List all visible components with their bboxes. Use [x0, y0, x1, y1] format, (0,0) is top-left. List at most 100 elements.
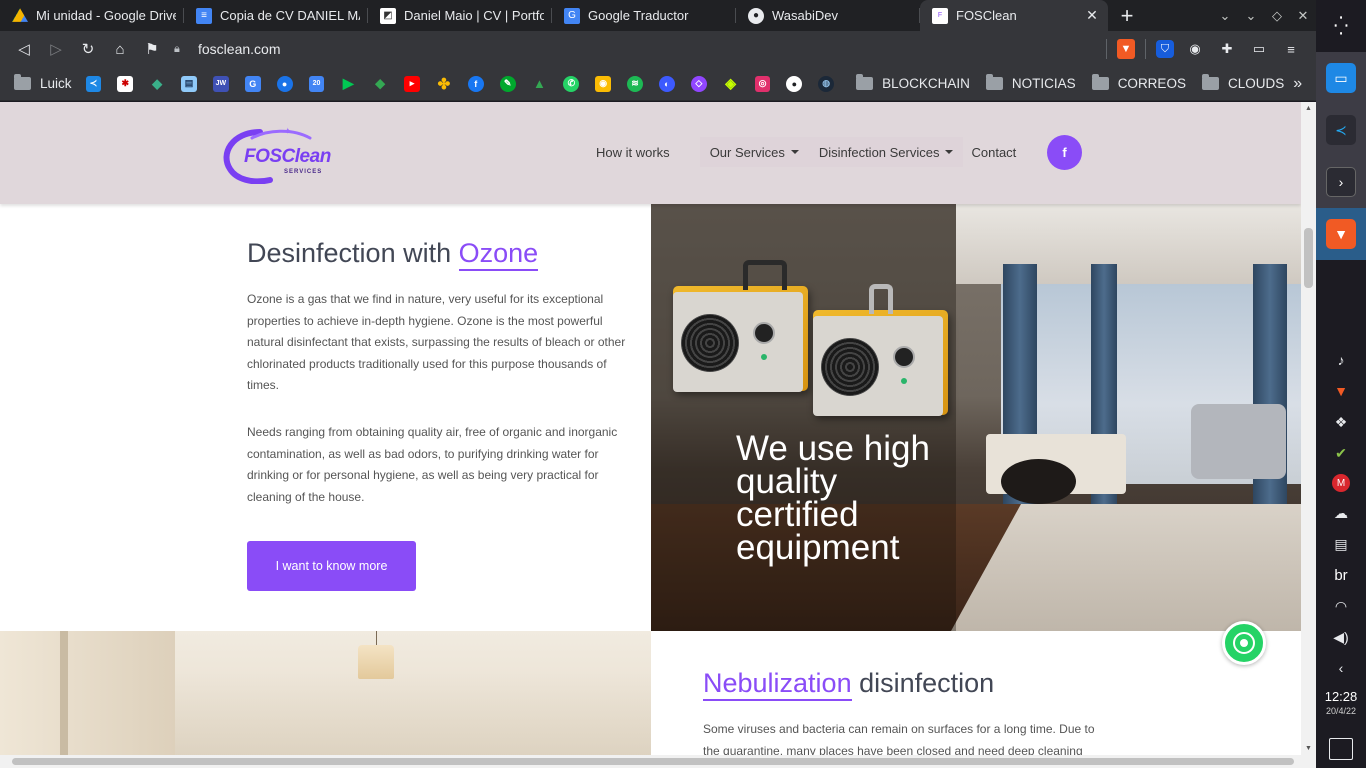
toolbar-divider — [1145, 39, 1146, 59]
drive-bookmark-icon[interactable]: ▲ — [532, 76, 548, 92]
wifi-icon[interactable]: ◠ — [1330, 596, 1352, 616]
github-bookmark-icon[interactable]: ● — [786, 75, 803, 92]
reload-icon[interactable]: ↻ — [72, 35, 104, 63]
maps-icon[interactable]: ⬥ — [372, 75, 388, 92]
keep-icon[interactable]: ◉ — [595, 75, 612, 92]
taskbar-terminal[interactable]: › — [1316, 156, 1366, 208]
scroll-up-icon[interactable]: ▲ — [1305, 105, 1312, 112]
svg-text:✦: ✦ — [284, 127, 292, 137]
tab-portfolio[interactable]: ◩ Daniel Maio | CV | Portfolio — [368, 0, 552, 31]
spotify-icon[interactable]: ≋ — [627, 75, 643, 92]
scrollbar-thumb[interactable] — [1304, 228, 1313, 288]
tab-fosclean[interactable]: F FOSClean ✕ — [920, 0, 1108, 31]
folder-icon — [14, 74, 31, 90]
evernote-icon[interactable]: ✎ — [499, 75, 516, 92]
new-tab-button[interactable]: + — [1108, 3, 1146, 29]
folder-icon — [856, 74, 874, 90]
file-manager-icon: ▭ — [1326, 63, 1356, 93]
minimize-icon[interactable]: ⌄ — [1238, 8, 1264, 24]
tab-cv-doc[interactable]: ≡ Copia de CV DANIEL MAIO — [184, 0, 368, 31]
expand-tray-icon[interactable]: ‹ — [1330, 658, 1352, 678]
app-launcher-icon[interactable]: ⁛ — [1316, 0, 1366, 52]
facebook-button[interactable]: f — [1047, 135, 1082, 170]
tab-google-drive[interactable]: Mi unidad - Google Drive — [0, 0, 184, 31]
taskbar-brave[interactable]: ▼ — [1316, 208, 1366, 260]
bookmark-icon[interactable]: ⚑ — [136, 35, 168, 63]
close-window-icon[interactable]: ✕ — [1290, 8, 1316, 24]
instagram-icon[interactable]: ◎ — [754, 75, 771, 92]
bookmark-folder-luick[interactable]: Luick — [14, 74, 72, 91]
twitch-icon[interactable]: ◇ — [690, 75, 707, 92]
brave-tray-icon[interactable]: ▼ — [1330, 381, 1352, 401]
back-icon[interactable]: ◁ — [8, 35, 40, 63]
scroll-down-icon[interactable]: ▼ — [1305, 745, 1312, 752]
mega-icon[interactable]: M — [1332, 474, 1350, 492]
youtube-icon[interactable]: ▸ — [404, 75, 420, 92]
fosclean-logo[interactable]: ✦ FOSClean SERVICES — [222, 124, 342, 185]
clock[interactable]: 12:28 20/4/22 — [1325, 689, 1358, 719]
notes-icon[interactable]: ▤ — [181, 75, 197, 92]
terminal-icon: › — [1326, 167, 1356, 197]
calendar-icon[interactable]: 20 — [308, 75, 325, 92]
taskbar-file-manager[interactable]: ▭ — [1316, 52, 1366, 104]
update-icon[interactable]: ✔ — [1330, 443, 1352, 463]
brave-shields-icon[interactable]: ▼ — [1117, 39, 1135, 59]
whatsapp-bookmark-icon[interactable]: ✆ — [563, 75, 580, 92]
bitwarden-icon[interactable]: ⛉ — [1156, 40, 1174, 58]
ozone-generator-2 — [813, 284, 948, 416]
tab-wasabidev[interactable]: ● WasabiDev — [736, 0, 920, 31]
horizontal-scrollbar[interactable] — [0, 755, 1316, 768]
photos-icon[interactable]: ✤ — [436, 76, 452, 93]
vertical-scrollbar[interactable]: ▲ ▼ — [1301, 102, 1316, 755]
forward-icon[interactable]: ▷ — [40, 35, 72, 63]
know-more-button[interactable]: I want to know more — [247, 541, 416, 591]
nav-how-it-works[interactable]: How it works — [596, 145, 670, 160]
bookmark-folder-blockchain[interactable]: BLOCKCHAIN — [856, 74, 970, 91]
tool-icon[interactable]: ◐ — [658, 75, 675, 92]
translate-icon[interactable]: G — [244, 75, 261, 92]
clock-time: 12:28 — [1324, 689, 1358, 704]
nav-disinfection-services-dropdown[interactable]: Disinfection Services — [809, 145, 964, 160]
menu-icon[interactable]: ≡ — [1280, 38, 1302, 60]
maximize-icon[interactable]: ◇ — [1264, 8, 1290, 24]
home-icon[interactable]: ⌂ — [104, 35, 136, 63]
address-bar[interactable]: 🔒︎ fosclean.com — [174, 35, 1106, 63]
more-bookmarks-icon[interactable]: » — [1293, 75, 1316, 93]
show-desktop-icon[interactable] — [1329, 738, 1353, 760]
bookmark-folder-clouds[interactable]: CLOUDS — [1201, 74, 1284, 91]
close-tab-icon[interactable]: ✕ — [1084, 7, 1100, 24]
ethereum-icon[interactable]: ◆ — [149, 76, 165, 92]
linux-icon[interactable]: ✱ — [117, 75, 134, 92]
fosclean-icon: F — [932, 7, 948, 24]
scrollbar-thumb[interactable] — [12, 758, 1294, 765]
notifications-icon[interactable]: ♪ — [1330, 350, 1352, 370]
wallet-icon[interactable]: ▭ — [1248, 38, 1270, 60]
taskbar-vscode[interactable]: ≺ — [1316, 104, 1366, 156]
tab-google-translate[interactable]: G Google Traductor — [552, 0, 736, 31]
nav-our-services-dropdown[interactable]: Our Services — [700, 145, 809, 160]
extensions-puzzle-icon[interactable]: ✚ — [1216, 38, 1238, 60]
whatsapp-chat-button[interactable] — [1222, 621, 1266, 665]
bookmark-folder-noticias[interactable]: NOTICIAS — [985, 74, 1076, 91]
nav-contact[interactable]: Contact — [971, 145, 1016, 160]
facebook-bookmark-icon[interactable]: f — [467, 75, 484, 92]
steam-icon[interactable]: ◍ — [818, 75, 835, 92]
bookmark-folder-correos[interactable]: CORREOS — [1091, 74, 1186, 91]
tag-icon[interactable]: ◈ — [723, 75, 739, 92]
vscode-icon[interactable]: ≺ — [85, 75, 102, 92]
clipboard-icon[interactable]: ▤ — [1330, 534, 1352, 554]
keyboard-layout[interactable]: br — [1330, 565, 1352, 585]
fan-grille-icon — [821, 338, 879, 396]
jw-icon[interactable]: JW — [212, 75, 229, 92]
contacts-icon[interactable]: ● — [276, 75, 293, 92]
spy-extension-icon[interactable]: ◉ — [1184, 38, 1206, 60]
google-play-icon[interactable]: ▶ — [340, 75, 356, 92]
cloud-sync-icon[interactable]: ☁ — [1330, 503, 1352, 523]
tab-search-icon[interactable]: ⌄ — [1212, 8, 1238, 24]
volume-icon[interactable]: ◀) — [1330, 627, 1352, 647]
ozone-equipment-image: We use high quality certified equipment — [651, 204, 1301, 631]
dropbox-icon[interactable]: ❖ — [1330, 412, 1352, 432]
browser-toolbar: ◁ ▷ ↻ ⌂ ⚑ 🔒︎ fosclean.com ▼ ⛉ ◉ ✚ ▭ ≡ — [0, 31, 1316, 67]
nebulization-room-image — [0, 631, 651, 755]
ozone-paragraph-1: Ozone is a gas that we find in nature, v… — [247, 292, 626, 393]
